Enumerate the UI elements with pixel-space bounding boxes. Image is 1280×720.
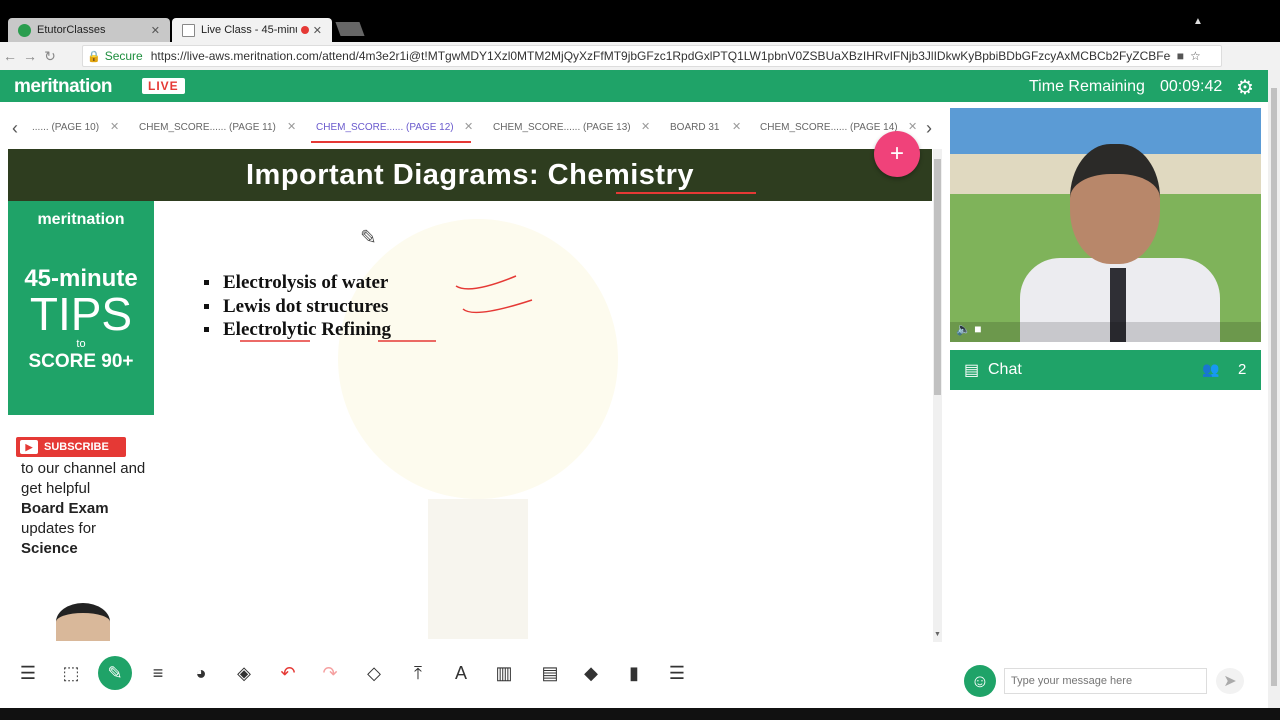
live-badge: LIVE — [142, 78, 185, 94]
tick-mark — [455, 275, 517, 290]
text-icon[interactable]: A — [448, 660, 474, 686]
slide-tab[interactable]: CHEM_SCORE...... (PAGE 14) — [760, 122, 898, 133]
browser-tab-live-class[interactable]: Live Class - 45-minute ✕ — [172, 18, 332, 42]
eraser-icon[interactable]: ◆ — [578, 660, 604, 686]
chevron-left-icon[interactable]: ‹ — [12, 118, 18, 139]
address-bar: ← → ↻ 🔒 Secure https://live-aws.meritnat… — [0, 42, 1280, 106]
chevron-right-icon[interactable]: › — [926, 118, 932, 139]
favicon-icon — [18, 23, 31, 37]
document-icon — [182, 23, 195, 37]
time-remaining-label: Time Remaining — [1029, 78, 1145, 95]
close-icon[interactable]: ✕ — [287, 120, 296, 133]
secure-label: Secure — [104, 49, 143, 63]
pen-icon[interactable]: ✎ — [98, 656, 132, 690]
scroll-down-icon[interactable]: ▼ — [934, 631, 941, 638]
logo: meritnation — [14, 76, 112, 97]
close-icon[interactable]: ✕ — [908, 120, 917, 133]
video-feed[interactable]: 🔈 ■ — [950, 108, 1261, 342]
slide-tab[interactable]: ...... (PAGE 10) — [32, 122, 99, 133]
profile-icon[interactable]: ▲ — [1193, 16, 1203, 27]
time-remaining-value: 00:09:42 — [1160, 78, 1223, 95]
camera-icon[interactable]: ■ — [974, 322, 981, 336]
slide[interactable]: Important Diagrams: Chemistry meritnatio… — [8, 149, 932, 642]
page-scroll-thumb[interactable] — [1271, 88, 1277, 686]
recording-icon — [300, 26, 309, 34]
close-icon[interactable]: ✕ — [110, 120, 119, 133]
annotation-layer — [240, 275, 533, 342]
palette-icon[interactable]: ◕ — [188, 660, 214, 686]
scroll-thumb[interactable] — [934, 159, 941, 395]
trash-icon[interactable]: ▮ — [621, 660, 647, 686]
emoji-button[interactable]: ☺ — [964, 665, 996, 697]
more-icon[interactable]: ☰ — [664, 660, 690, 686]
slide-tab[interactable]: CHEM_SCORE...... (PAGE 13) — [493, 122, 631, 133]
chat-label: Chat — [988, 361, 1022, 378]
send-button[interactable]: ➤ — [1216, 668, 1244, 694]
gear-icon[interactable]: ⚙ — [1236, 75, 1254, 100]
star-icon[interactable]: ☆ — [1190, 49, 1201, 63]
tab-title: EtutorClasses — [37, 24, 106, 36]
tick-mark — [462, 299, 533, 314]
slide-tab[interactable]: CHEM_SCORE...... (PAGE 11) — [139, 122, 276, 133]
presenter-head — [1070, 144, 1160, 264]
forward-icon[interactable]: → — [20, 48, 40, 64]
screen: { "browser": { "tabs": [ {"title": "Etut… — [0, 0, 1280, 720]
chat-input-row: ☺ ➤ — [950, 660, 1261, 704]
app-header: meritnation LIVE Time Remaining 00:09:42… — [0, 70, 1268, 102]
message-input[interactable] — [1004, 668, 1207, 694]
close-icon[interactable]: ✕ — [641, 120, 650, 133]
line-width-icon[interactable]: ≡ — [145, 660, 171, 686]
close-icon[interactable]: ✕ — [732, 120, 741, 133]
video-controls: 🔈 ■ — [950, 322, 1261, 342]
slide-tab[interactable]: BOARD 31 — [670, 122, 719, 133]
chat-header[interactable]: ▤ Chat 👥 2 — [950, 350, 1261, 390]
tab-title: Live Class - 45-minute — [201, 24, 297, 36]
chat-icon: ▤ — [964, 362, 980, 379]
close-icon[interactable]: ✕ — [313, 24, 322, 37]
camera-icon[interactable]: ■ — [1177, 49, 1184, 63]
chart-icon[interactable]: ▥ — [491, 660, 517, 686]
close-icon[interactable]: ✕ — [464, 120, 473, 133]
active-tab-indicator — [311, 141, 471, 143]
url-field[interactable]: 🔒 Secure https://live-aws.meritnation.co… — [82, 45, 1222, 67]
close-icon[interactable]: ✕ — [151, 24, 160, 37]
lock-icon: 🔒 — [87, 50, 101, 63]
redo-icon[interactable]: ↷ — [317, 660, 343, 686]
add-button[interactable]: + — [874, 131, 920, 177]
slide-scrollbar[interactable]: ▼ — [933, 149, 942, 642]
back-icon[interactable]: ← — [0, 48, 20, 64]
slide-tabs: ‹ ...... (PAGE 10) ✕ CHEM_SCORE...... (P… — [8, 116, 940, 143]
volume-icon[interactable]: 🔈 — [956, 322, 971, 336]
people-icon: 👥 — [1202, 361, 1220, 377]
fill-icon[interactable]: ◈ — [231, 660, 257, 686]
url-text: https://live-aws.meritnation.com/attend/… — [150, 49, 1171, 63]
shapes-icon[interactable]: ◇ — [361, 660, 387, 686]
reload-icon[interactable]: ↻ — [40, 48, 60, 65]
page-scrollbar[interactable] — [1268, 70, 1280, 708]
new-tab-button[interactable] — [335, 22, 365, 36]
browser-tabstrip: EtutorClasses ✕ Live Class - 45-minute ✕… — [0, 0, 1280, 42]
upload-icon[interactable]: ⤒ — [405, 660, 431, 686]
slide-tab-active[interactable]: CHEM_SCORE...... (PAGE 12) — [316, 122, 454, 133]
list-icon[interactable]: ☰ — [15, 660, 41, 686]
participant-count: 2 — [1238, 361, 1247, 378]
bottom-bar — [0, 708, 1280, 720]
browser-tab-etutor[interactable]: EtutorClasses ✕ — [8, 18, 170, 42]
select-icon[interactable]: ⬚ — [58, 660, 84, 686]
undo-icon[interactable]: ↶ — [275, 660, 301, 686]
whiteboard-toolbar: ☰ ⬚ ✎ ≡ ◕ ◈ ↶ ↷ ◇ ⤒ A ▥ ▤ ◆ ▮ ☰ — [0, 646, 944, 698]
clipboard-icon[interactable]: ▤ — [537, 660, 563, 686]
